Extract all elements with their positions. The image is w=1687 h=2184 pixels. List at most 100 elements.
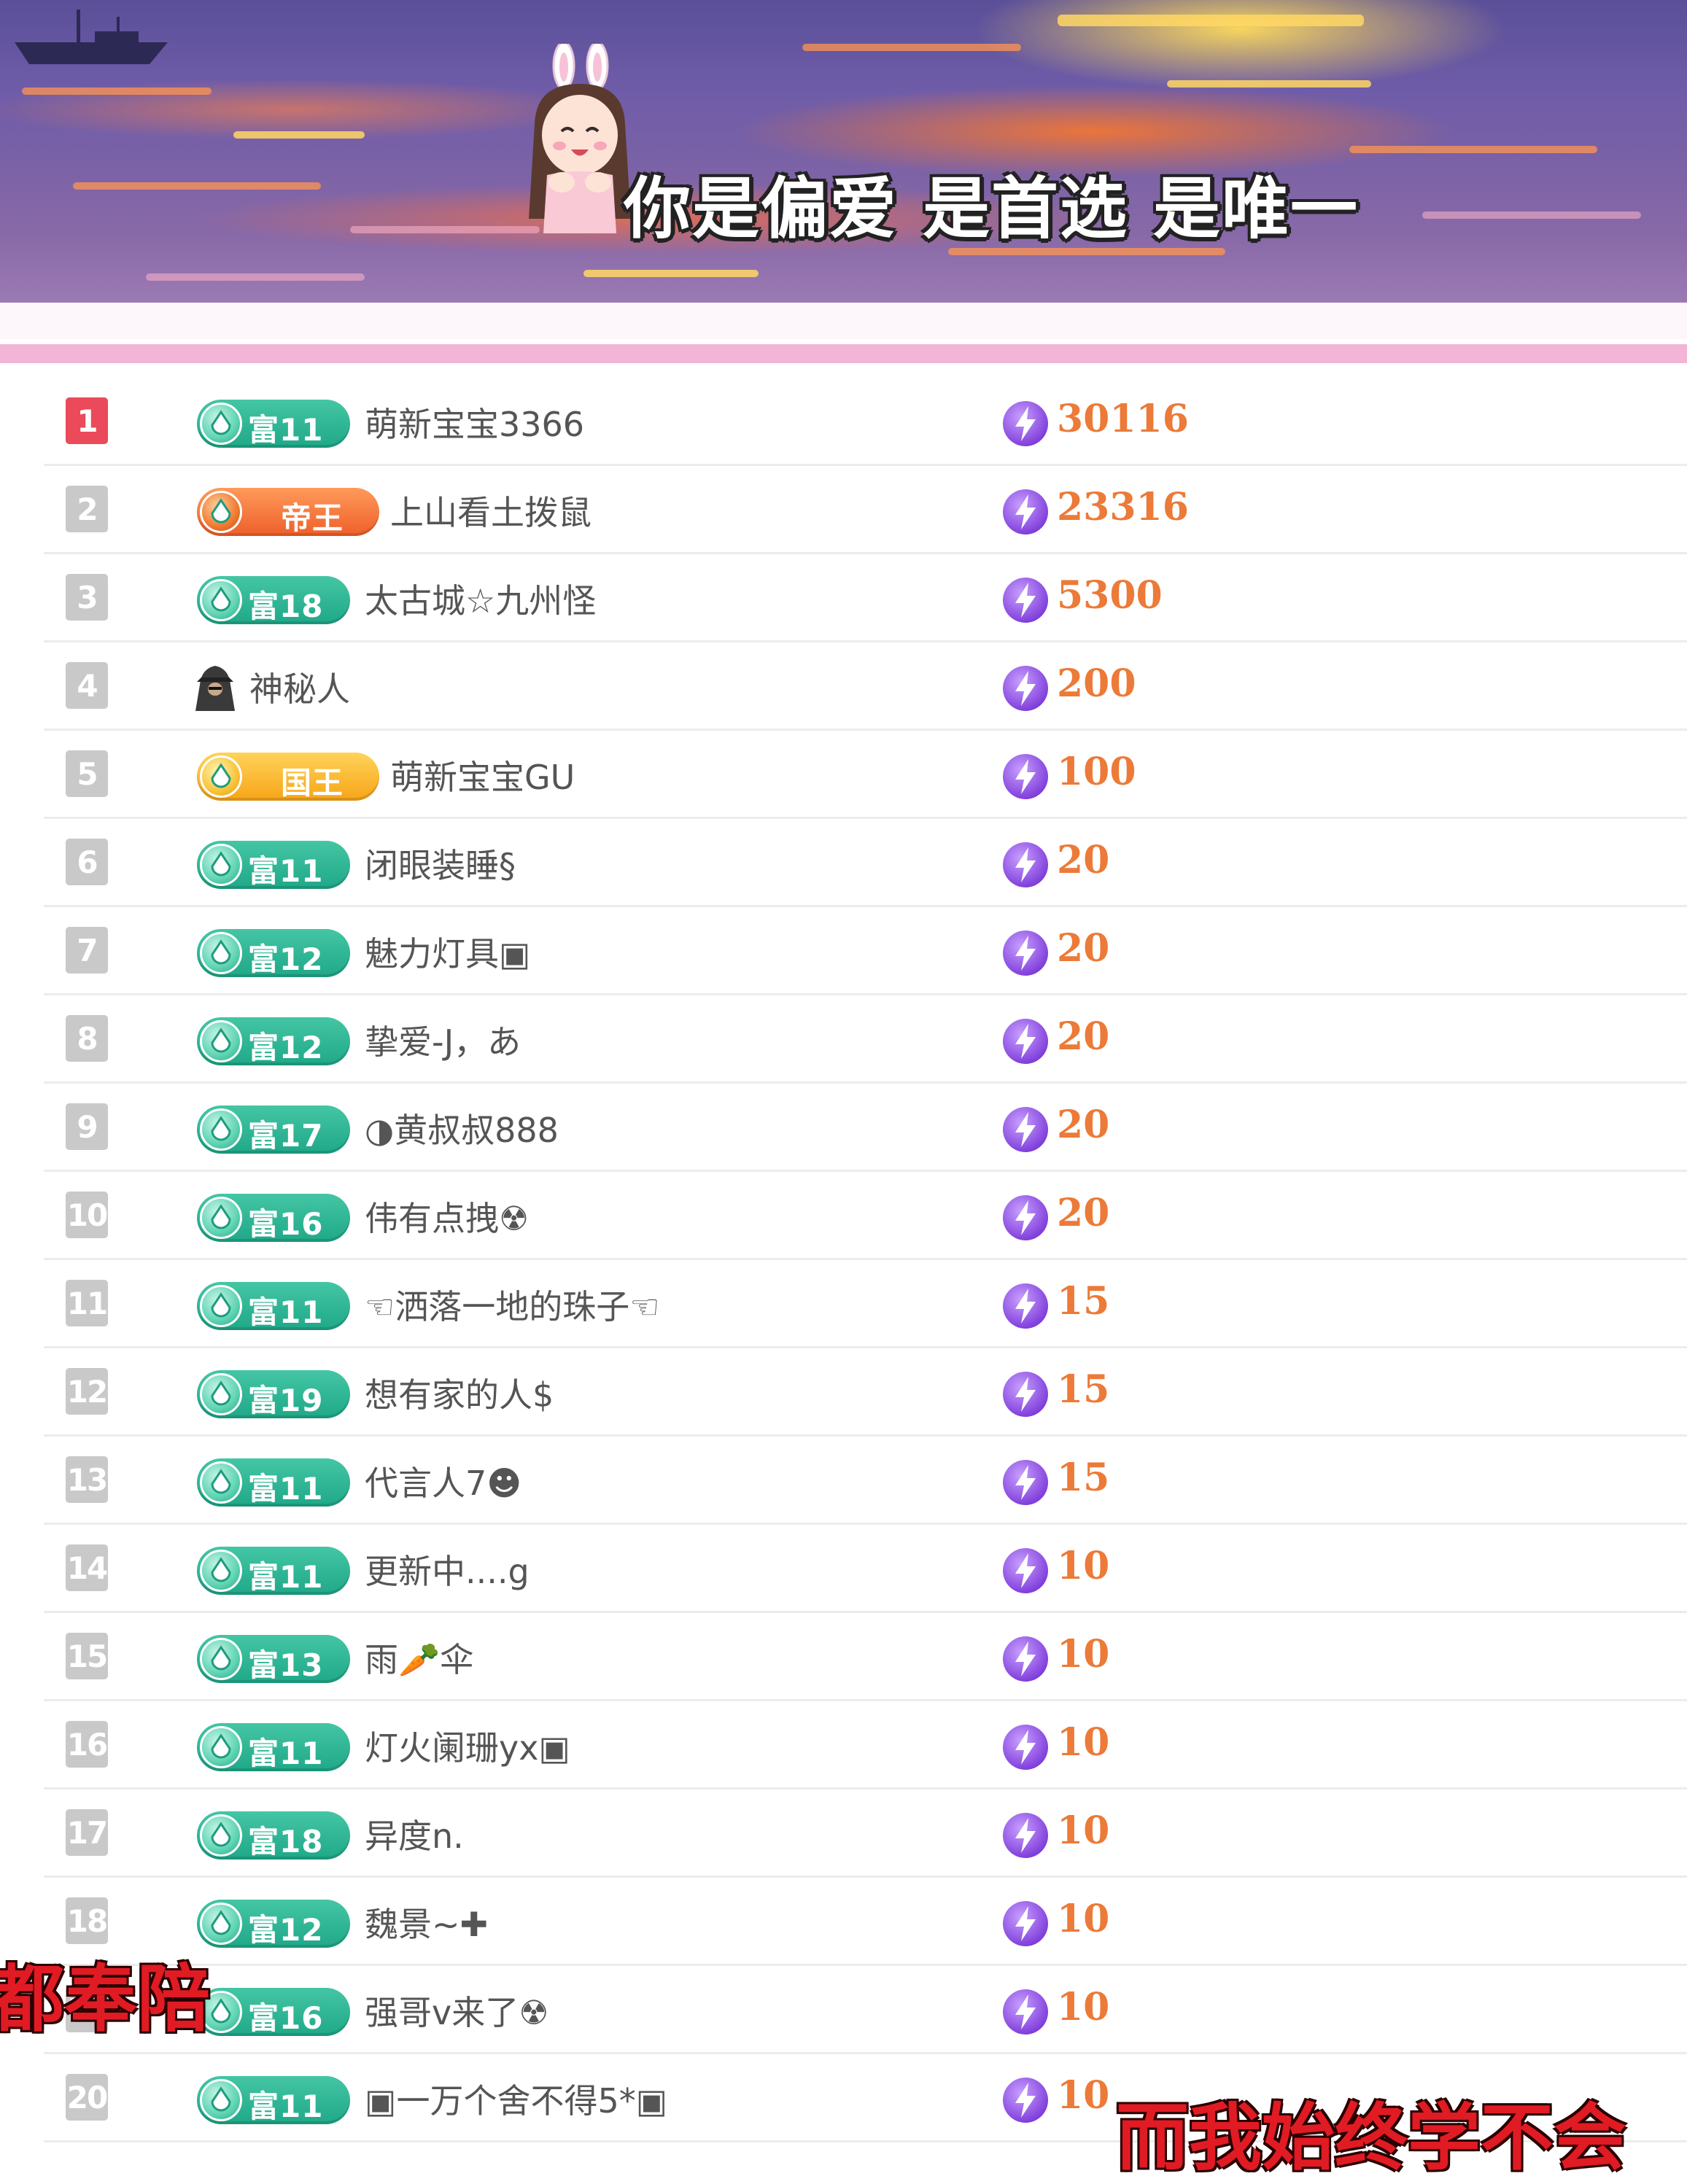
- header-banner: 你是偏爱 是首选 是唯一: [0, 0, 1687, 303]
- level-badge: 国王: [197, 753, 379, 801]
- badge-label: 富19: [248, 1383, 324, 1418]
- level-badge: 富18: [197, 576, 350, 624]
- score-value: 20: [1057, 838, 1110, 882]
- rank-number: 6: [66, 839, 108, 885]
- user-name[interactable]: 强哥v来了☢: [365, 1986, 548, 2035]
- ranking-row[interactable]: 10 富16 伟有点拽☢ 20: [0, 1172, 1687, 1260]
- score-value: 15: [1057, 1367, 1110, 1412]
- badge-label: 国王: [281, 765, 344, 801]
- mystery-user-avatar: [191, 663, 239, 715]
- ranking-row[interactable]: 1 富11 萌新宝宝3366 30116: [0, 378, 1687, 466]
- badge-label: 富16: [248, 1206, 324, 1242]
- ranking-list: 1 富11 萌新宝宝3366 30116 2 帝王 上山看土拨鼠 23316 3 富18 太古城☆九…: [0, 378, 1687, 2145]
- badge-medal: [200, 579, 242, 621]
- ranking-row[interactable]: 9 富17 ◑黄叔叔888 20: [0, 1084, 1687, 1172]
- ranking-row[interactable]: 15 富13 雨🥕伞 10: [0, 1613, 1687, 1701]
- lyric-caption-right: 而我始终学不会: [1116, 2095, 1626, 2180]
- score-icon: [1001, 1282, 1050, 1333]
- ranking-row[interactable]: 5 国王 萌新宝宝GU 100: [0, 731, 1687, 819]
- user-name[interactable]: 魏景~✚: [365, 1898, 488, 1946]
- badge-label: 富11: [248, 1559, 324, 1595]
- drop-medal-icon: [211, 1469, 231, 1494]
- badge-medal: [200, 755, 242, 798]
- lightning-bolt-icon: [1003, 1283, 1048, 1329]
- ranking-row[interactable]: 11 富11 ☜洒落一地的珠子☜ 15: [0, 1260, 1687, 1348]
- lightning-bolt-icon: [1003, 1725, 1048, 1770]
- ranking-row[interactable]: 8 富12 挚爱-J，あ 20: [0, 995, 1687, 1084]
- user-name[interactable]: 雨🥕伞: [365, 1633, 473, 1682]
- ranking-row[interactable]: 19 富16 强哥v来了☢ 10: [0, 1966, 1687, 2054]
- ranking-row[interactable]: 16 富11 灯火阑珊yx▣ 10: [0, 1701, 1687, 1789]
- ranking-row[interactable]: 13 富11 代言人7☻ 15: [0, 1437, 1687, 1525]
- rank-number: 18: [66, 1897, 108, 1944]
- level-badge: 富11: [197, 841, 350, 889]
- rank-number: 8: [66, 1015, 108, 1062]
- badge-label: 富11: [248, 2088, 324, 2124]
- ranking-row[interactable]: 6 富11 闭眼装睡§ 20: [0, 819, 1687, 907]
- ranking-row[interactable]: 3 富18 太古城☆九州怪 5300: [0, 554, 1687, 642]
- user-name[interactable]: ◑黄叔叔888: [365, 1104, 559, 1152]
- level-badge: 富16: [197, 1194, 350, 1242]
- user-name[interactable]: 更新中....g: [365, 1545, 530, 1593]
- drop-medal-icon: [211, 1557, 231, 1582]
- lyric-caption-left: 都奉陪: [0, 1956, 210, 2042]
- badge-medal: [200, 1285, 242, 1327]
- ranking-row[interactable]: 14 富11 更新中....g 10: [0, 1525, 1687, 1613]
- ranking-row[interactable]: 2 帝王 上山看土拨鼠 23316: [0, 466, 1687, 554]
- user-name[interactable]: 魅力灯具▣: [365, 928, 530, 976]
- rank-number: 16: [66, 1721, 108, 1768]
- user-name[interactable]: 萌新宝宝3366: [365, 398, 584, 446]
- rank-number: 11: [66, 1280, 108, 1326]
- score-icon: [1001, 400, 1050, 451]
- user-name[interactable]: 异度n.: [365, 1810, 464, 1858]
- drop-medal-icon: [211, 1733, 231, 1759]
- user-name[interactable]: 神秘人: [249, 663, 350, 711]
- user-name[interactable]: ▣一万个舍不得5*▣: [365, 2075, 667, 2123]
- ranking-row[interactable]: 17 富18 异度n. 10: [0, 1789, 1687, 1878]
- hooded-figure-icon: [195, 666, 235, 711]
- ranking-row[interactable]: 18 富12 魏景~✚ 10: [0, 1878, 1687, 1966]
- lightning-bolt-icon: [1003, 842, 1048, 887]
- score-icon: [1001, 1723, 1050, 1774]
- score-value: 15: [1057, 1279, 1110, 1324]
- score-icon: [1001, 1105, 1050, 1157]
- drop-medal-icon: [211, 1292, 231, 1318]
- level-badge: 富11: [197, 1723, 350, 1771]
- drop-medal-icon: [211, 939, 231, 965]
- user-name[interactable]: 闭眼装睡§: [365, 839, 516, 887]
- badge-label: 富17: [248, 1118, 324, 1154]
- drop-medal-icon: [211, 1822, 231, 1847]
- user-name[interactable]: 萌新宝宝GU: [390, 751, 575, 799]
- lightning-bolt-icon: [1003, 1019, 1048, 1064]
- score-value: 100: [1057, 750, 1136, 794]
- score-icon: [1001, 1458, 1050, 1509]
- drop-medal-icon: [211, 851, 231, 877]
- badge-label: 富11: [248, 412, 324, 448]
- badge-label: 富12: [248, 1030, 324, 1065]
- badge-medal: [200, 1550, 242, 1592]
- score-value: 20: [1057, 1014, 1110, 1059]
- lightning-bolt-icon: [1003, 666, 1048, 711]
- user-name[interactable]: ☜洒落一地的珠子☜: [365, 1281, 659, 1329]
- rank-number: 4: [66, 662, 108, 709]
- level-badge: 富19: [197, 1370, 350, 1418]
- user-name[interactable]: 挚爱-J，あ: [365, 1016, 521, 1064]
- lightning-bolt-icon: [1003, 1460, 1048, 1505]
- rank-number: 9: [66, 1103, 108, 1150]
- user-name[interactable]: 太古城☆九州怪: [365, 575, 596, 623]
- level-badge: 富12: [197, 1017, 350, 1065]
- drop-medal-icon: [211, 586, 231, 612]
- ranking-row[interactable]: 12 富19 想有家的人$ 15: [0, 1348, 1687, 1437]
- badge-label: 富11: [248, 853, 324, 889]
- user-name[interactable]: 想有家的人$: [365, 1369, 554, 1417]
- user-name[interactable]: 上山看土拨鼠: [390, 486, 592, 535]
- badge-medal: [200, 932, 242, 974]
- ranking-row[interactable]: 4 神秘人 200: [0, 642, 1687, 731]
- user-name[interactable]: 伟有点拽☢: [365, 1192, 529, 1240]
- level-badge: 富17: [197, 1105, 350, 1154]
- user-name[interactable]: 灯火阑珊yx▣: [365, 1722, 570, 1770]
- score-value: 15: [1057, 1456, 1110, 1500]
- ranking-row[interactable]: 7 富12 魅力灯具▣ 20: [0, 907, 1687, 995]
- user-name[interactable]: 代言人7☻: [365, 1457, 521, 1505]
- rank-number: 14: [66, 1544, 108, 1591]
